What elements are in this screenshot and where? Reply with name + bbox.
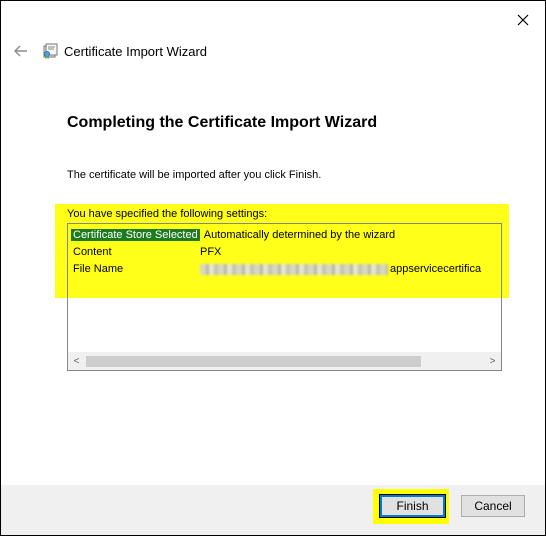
back-arrow-icon: [14, 45, 27, 57]
title-bar: Certificate Import Wizard: [1, 37, 401, 65]
close-icon: [517, 14, 529, 26]
settings-label: You have specified the following setting…: [67, 208, 268, 220]
settings-row-key: File Name: [73, 263, 124, 275]
settings-row-value: appservicecertifica: [390, 263, 482, 275]
scroll-right-button[interactable]: >: [484, 353, 501, 370]
scroll-thumb[interactable]: [86, 356, 421, 367]
wizard-window: Certificate Import Wizard Completing the…: [0, 0, 546, 536]
page-heading: Completing the Certificate Import Wizard: [67, 114, 378, 131]
info-text: The certificate will be imported after y…: [67, 169, 322, 181]
certificate-icon: [43, 43, 58, 59]
settings-row-value: PFX: [200, 246, 222, 258]
settings-list[interactable]: Certificate Store Selected Automatically…: [67, 223, 502, 371]
settings-row-value: Automatically determined by the wizard: [203, 229, 396, 241]
redacted-path: [200, 263, 388, 275]
settings-row[interactable]: File Name appservicecertifica: [73, 261, 481, 277]
settings-row-key: Certificate Store Selected: [71, 229, 200, 241]
scroll-left-button[interactable]: <: [68, 353, 85, 370]
horizontal-scrollbar[interactable]: < >: [68, 352, 501, 370]
back-button[interactable]: [11, 41, 31, 61]
settings-row-key: Content: [73, 246, 112, 258]
settings-row[interactable]: Content PFX: [73, 244, 221, 260]
cancel-button[interactable]: Cancel: [461, 495, 525, 517]
finish-button[interactable]: Finish: [379, 494, 446, 518]
window-title: Certificate Import Wizard: [64, 44, 208, 59]
close-button[interactable]: [508, 7, 538, 33]
settings-row[interactable]: Certificate Store Selected Automatically…: [71, 227, 396, 243]
